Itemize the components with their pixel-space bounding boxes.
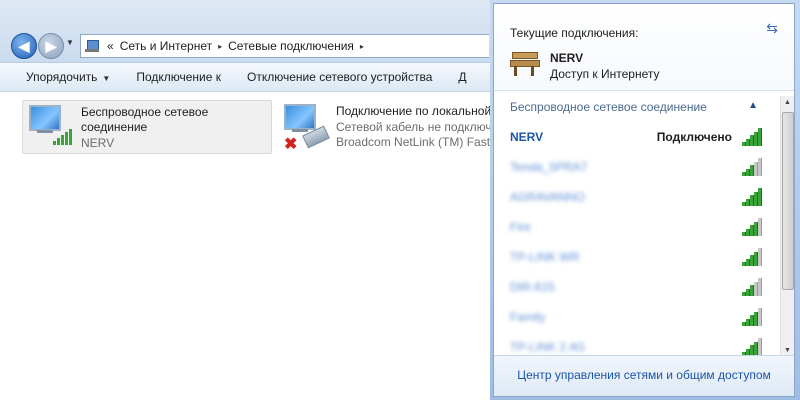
wireless-network-item[interactable]: Family xyxy=(494,302,778,332)
wireless-network-item[interactable]: TP-LINK WR xyxy=(494,242,778,272)
flyout-footer: Центр управления сетями и общим доступом xyxy=(494,355,794,396)
wireless-network-item[interactable]: Tenda_5PRA7 xyxy=(494,152,778,182)
scroll-up-icon[interactable]: ▲ xyxy=(781,96,794,110)
network-connections-window: ◀ ▶ ▼ « Сеть и Интернет ▸ Сетевые подклю… xyxy=(0,0,490,400)
signal-strength-icon xyxy=(742,338,762,356)
arrow-left-icon: ◀ xyxy=(18,37,30,54)
signal-strength-icon xyxy=(742,158,762,176)
flyout-panel: Текущие подключения: ⇆ NERV Доступ к Инт… xyxy=(493,3,795,397)
scroll-thumb[interactable] xyxy=(782,112,794,290)
network-center-link[interactable]: Центр управления сетями и общим доступом xyxy=(494,368,794,382)
forward-button[interactable]: ▶ xyxy=(38,33,64,59)
signal-strength-icon xyxy=(53,129,75,145)
network-name: TP-LINK 2.4G xyxy=(510,340,586,354)
diagnose-button[interactable]: Д xyxy=(458,70,466,84)
current-network-status: Доступ к Интернету xyxy=(550,67,660,81)
signal-strength-icon xyxy=(742,218,762,236)
network-name: Tenda_5PRA7 xyxy=(510,160,588,174)
adapter-status: Сетевой кабель не подключен xyxy=(336,120,490,134)
signal-strength-icon xyxy=(742,308,762,326)
wireless-network-item[interactable]: AGRAVANNO xyxy=(494,182,778,212)
bench-icon xyxy=(510,52,540,78)
network-name: AGRAVANNO xyxy=(510,190,585,204)
breadcrumb-separator-icon[interactable]: ▸ xyxy=(360,42,364,51)
wireless-adapter-icon xyxy=(27,103,75,149)
network-name: Family xyxy=(510,310,546,324)
back-button[interactable]: ◀ xyxy=(11,33,37,59)
breadcrumb-network-internet[interactable]: Сеть и Интернет xyxy=(120,39,212,53)
address-bar-area: ◀ ▶ ▼ « Сеть и Интернет ▸ Сетевые подклю… xyxy=(0,0,490,62)
breadcrumb-separator-icon[interactable]: ▸ xyxy=(218,42,222,51)
wireless-network-item[interactable]: NERV Подключено xyxy=(494,122,778,152)
signal-strength-icon xyxy=(742,278,762,296)
network-flyout: Текущие подключения: ⇆ NERV Доступ к Инт… xyxy=(490,0,800,400)
adapter-device: Broadcom NetLink (TM) Fast Ethernet xyxy=(336,135,490,149)
chevron-down-icon: ▼ xyxy=(66,38,74,47)
current-connections-title: Текущие подключения: xyxy=(510,26,639,40)
disable-device-button[interactable]: Отключение сетевого устройства xyxy=(247,70,432,84)
adapter-name: Подключение по локальной сети xyxy=(336,104,490,118)
network-connection-state: Подключено xyxy=(656,130,732,144)
command-bar: Упорядочить ▼ Подключение к Отключение се… xyxy=(0,62,490,92)
current-network-name: NERV xyxy=(550,51,584,65)
adapter-name-line1: Беспроводное сетевое xyxy=(81,105,209,119)
wireless-network-item[interactable]: Fire xyxy=(494,212,778,242)
network-name: DIR-615 xyxy=(510,280,555,294)
red-x-icon: ✖ xyxy=(284,136,298,152)
collapse-caret-icon[interactable]: ▲ xyxy=(748,100,758,111)
network-name: Fire xyxy=(510,220,531,234)
adapter-name: Беспроводное сетевое соединение xyxy=(81,105,208,135)
lan-adapter-icon: ✖ xyxy=(282,102,330,152)
signal-strength-icon xyxy=(742,188,762,206)
organize-button[interactable]: Упорядочить ▼ xyxy=(26,70,110,84)
recent-pages-dropdown[interactable]: ▼ xyxy=(66,38,74,47)
current-connections-section: Текущие подключения: ⇆ NERV Доступ к Инт… xyxy=(494,4,794,91)
wireless-network-list: NERV Подключено Tenda_5PRA7 AGRAVANNO Fire TP… xyxy=(494,118,778,358)
chevron-down-icon: ▼ xyxy=(102,74,111,83)
breadcrumb-overflow[interactable]: « xyxy=(107,39,114,53)
address-field[interactable]: « Сеть и Интернет ▸ Сетевые подключения … xyxy=(80,34,489,58)
signal-strength-icon xyxy=(742,128,762,146)
organize-label: Упорядочить xyxy=(26,70,98,84)
control-panel-icon xyxy=(85,39,101,53)
wireless-network-item[interactable]: DIR-615 xyxy=(494,272,778,302)
network-name: NERV xyxy=(510,130,544,144)
breadcrumb-network-connections[interactable]: Сетевые подключения xyxy=(228,39,354,53)
adapter-network-name: NERV xyxy=(81,136,115,150)
connect-to-button[interactable]: Подключение к xyxy=(136,70,221,84)
arrow-right-icon: ▶ xyxy=(45,37,57,54)
network-name: TP-LINK WR xyxy=(510,250,580,264)
network-list-scrollbar[interactable]: ▲ ▼ xyxy=(780,96,794,358)
adapter-name-line2: соединение xyxy=(81,120,148,134)
refresh-icon[interactable]: ⇆ xyxy=(766,20,778,37)
signal-strength-icon xyxy=(742,248,762,266)
adapter-wireless[interactable]: Беспроводное сетевое соединение NERV xyxy=(22,100,272,154)
wireless-section-title: Беспроводное сетевое соединение xyxy=(510,100,707,114)
adapter-lan[interactable]: ✖ Подключение по локальной сети Сетевой … xyxy=(278,100,490,152)
